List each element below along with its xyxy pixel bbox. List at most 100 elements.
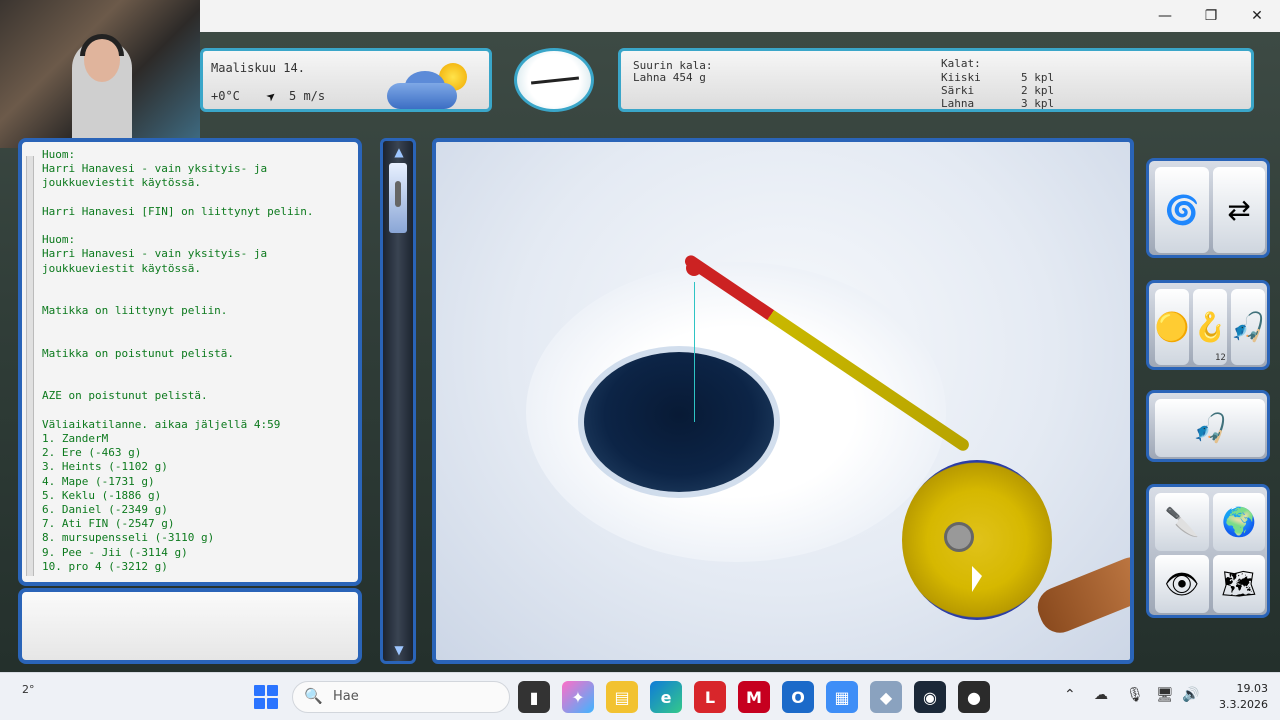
chat-line: 7. Ati FIN (-2547 g) bbox=[42, 517, 175, 531]
lure-count: 12 bbox=[1215, 353, 1226, 363]
switch-hole-button[interactable]: ⇄ bbox=[1213, 167, 1265, 253]
chat-line: Huom: bbox=[42, 148, 76, 161]
taskbar-weather-widget[interactable]: 2° bbox=[22, 683, 35, 696]
partly-cloudy-icon bbox=[387, 63, 477, 109]
chat-log-panel: Huom: Harri Hanavesi - vain yksityis- ja j… bbox=[18, 138, 362, 586]
game-icon[interactable]: ◆ bbox=[870, 681, 902, 713]
fish-count: 5 kpl bbox=[1021, 71, 1055, 84]
headphones-icon bbox=[80, 34, 124, 56]
depth-down-button[interactable]: ▼ bbox=[389, 643, 409, 657]
globe-icon: 🌍 bbox=[1221, 505, 1257, 539]
ice-fishing-view[interactable] bbox=[432, 138, 1134, 664]
lure-depth-marker[interactable] bbox=[395, 181, 401, 207]
chat-line: 3. Heints (-1102 g) bbox=[42, 460, 168, 474]
edge-icon[interactable]: e bbox=[650, 681, 682, 713]
depth-slider[interactable]: ▲ ▼ bbox=[380, 138, 416, 664]
toolbox-drill: 🌀 ⇄ bbox=[1146, 158, 1270, 258]
reel[interactable] bbox=[902, 460, 1052, 620]
copilot-icon[interactable]: ✦ bbox=[562, 681, 594, 713]
catch-list: Kiiski 5 kpl Särki 2 kpl Lahna 3 kpl bbox=[941, 71, 1061, 110]
chat-line: Harri Hanavesi - vain yksityis- ja bbox=[42, 162, 268, 176]
catch-row: Lahna 3 kpl bbox=[941, 97, 1061, 110]
knife-icon: 🔪 bbox=[1164, 505, 1200, 539]
chat-line: 4. Mape (-1731 g) bbox=[42, 474, 155, 488]
chat-line: 5. Keklu (-1886 g) bbox=[42, 488, 162, 502]
restore-button[interactable]: ❐ bbox=[1188, 0, 1234, 32]
chat-line: Huom: bbox=[42, 233, 76, 247]
file-explorer-icon[interactable]: ▮ bbox=[518, 681, 550, 713]
mouse-cursor bbox=[972, 566, 982, 592]
fishing-line bbox=[694, 282, 695, 422]
knife-button[interactable]: 🔪 bbox=[1155, 493, 1209, 551]
network-icon[interactable]: ☁ bbox=[1094, 687, 1108, 703]
clock-time: 19.03 bbox=[1236, 682, 1269, 695]
globe-button[interactable]: 🌍 bbox=[1213, 493, 1265, 551]
search-icon: 🔍 bbox=[304, 687, 323, 705]
chat-line: 6. Daniel (-2349 g) bbox=[42, 503, 168, 516]
chat-line: joukkueviestit käytössä. bbox=[42, 261, 201, 275]
fish-name: Särki bbox=[941, 84, 975, 97]
clock-date: 3.3.2026 bbox=[1219, 698, 1268, 711]
mcafee-icon[interactable]: M bbox=[738, 681, 770, 713]
chat-line: joukkueviestit käytössä. bbox=[42, 176, 201, 190]
steam-icon[interactable]: ◉ bbox=[914, 681, 946, 713]
map-button[interactable]: 🗺 bbox=[1213, 555, 1265, 613]
chat-input-field[interactable] bbox=[18, 588, 362, 664]
minimize-button[interactable]: — bbox=[1142, 0, 1188, 32]
toolbox-lures: 🟡 🪝 12 🎣 bbox=[1146, 280, 1270, 370]
switch-hole-icon: ⇄ bbox=[1227, 193, 1251, 227]
chat-line: Harri Hanavesi [FIN] on liittynyt peliin… bbox=[42, 204, 314, 218]
fish-count: 2 kpl bbox=[1021, 84, 1055, 97]
fish-name: Lahna bbox=[941, 97, 975, 110]
cloud-base-icon bbox=[387, 83, 457, 109]
wind-speed-label: 5 m/s bbox=[289, 89, 326, 103]
webcam-overlay bbox=[0, 0, 200, 148]
catch-label: Kalat: bbox=[941, 57, 981, 70]
start-button[interactable] bbox=[254, 685, 278, 709]
rod-tip bbox=[686, 260, 702, 276]
eye-button[interactable]: 👁 bbox=[1155, 555, 1209, 613]
depth-up-button[interactable]: ▲ bbox=[389, 145, 409, 159]
reel-hub bbox=[944, 522, 974, 552]
taskbar-search[interactable]: Hae bbox=[292, 681, 510, 713]
l-app-icon[interactable]: L bbox=[694, 681, 726, 713]
ice-rod-button[interactable]: 🎣 bbox=[1155, 399, 1265, 457]
eye-icon: 👁 bbox=[1164, 567, 1200, 601]
toolbox-misc: 🔪 🌍 👁 🗺 bbox=[1146, 484, 1270, 618]
compass-needle bbox=[530, 76, 580, 85]
lure-spoon-button[interactable]: 🎣 bbox=[1231, 289, 1265, 365]
lure-yellow-button[interactable]: 🟡 bbox=[1155, 289, 1189, 365]
lure-red-button[interactable]: 🪝 12 bbox=[1193, 289, 1227, 365]
store-icon[interactable]: ▦ bbox=[826, 681, 858, 713]
chat-line: 10. pro 4 (-3212 g) bbox=[42, 559, 168, 573]
lure-red-icon: 🪝 bbox=[1192, 310, 1228, 344]
date-label: Maaliskuu 14. bbox=[211, 61, 305, 75]
windows-taskbar: 2° Hae 🔍 ▮ ✦ ▤ e L M O ▦ ◆ ◉ ● ⌃ ☁ 🎙 🖥 🔊… bbox=[0, 672, 1280, 720]
weather-panel: Maaliskuu 14. +0°C ➤ 5 m/s bbox=[200, 48, 492, 112]
display-icon[interactable]: 🖥 bbox=[1156, 687, 1174, 703]
folder-icon[interactable]: ▤ bbox=[606, 681, 638, 713]
outlook-icon[interactable]: O bbox=[782, 681, 814, 713]
fish-name: Kiiski bbox=[941, 71, 981, 84]
ice-rod-icon: 🎣 bbox=[1192, 411, 1228, 445]
lure-spoon-icon: 🎣 bbox=[1230, 310, 1266, 344]
lure-yellow-icon: 🟡 bbox=[1154, 310, 1190, 344]
catch-row: Särki 2 kpl bbox=[941, 84, 1061, 97]
close-button[interactable]: ✕ bbox=[1234, 0, 1280, 32]
biggest-fish-value: Lahna 454 g bbox=[633, 71, 706, 84]
chevron-up-icon[interactable]: ⌃ bbox=[1064, 687, 1076, 703]
ice-drill-icon: 🌀 bbox=[1164, 193, 1200, 227]
ice-hole bbox=[584, 352, 774, 492]
chat-line: Matikka on poistunut pelistä. bbox=[42, 346, 235, 360]
compass-icon[interactable] bbox=[514, 48, 594, 112]
chat-scrollbar[interactable] bbox=[26, 156, 34, 576]
chat-line: 1. ZanderM bbox=[42, 432, 109, 445]
taskbar-clock[interactable]: 19.03 3.3.2026 bbox=[1208, 681, 1268, 713]
obs-icon[interactable]: ● bbox=[958, 681, 990, 713]
ice-drill-button[interactable]: 🌀 bbox=[1155, 167, 1209, 253]
volume-icon[interactable]: 🔊 bbox=[1182, 687, 1199, 703]
microphone-icon[interactable]: 🎙 bbox=[1126, 687, 1144, 703]
wind-direction-icon: ➤ bbox=[262, 86, 282, 107]
temperature-label: +0°C bbox=[211, 89, 240, 103]
chat-line: AZE on poistunut pelistä. bbox=[42, 389, 208, 403]
